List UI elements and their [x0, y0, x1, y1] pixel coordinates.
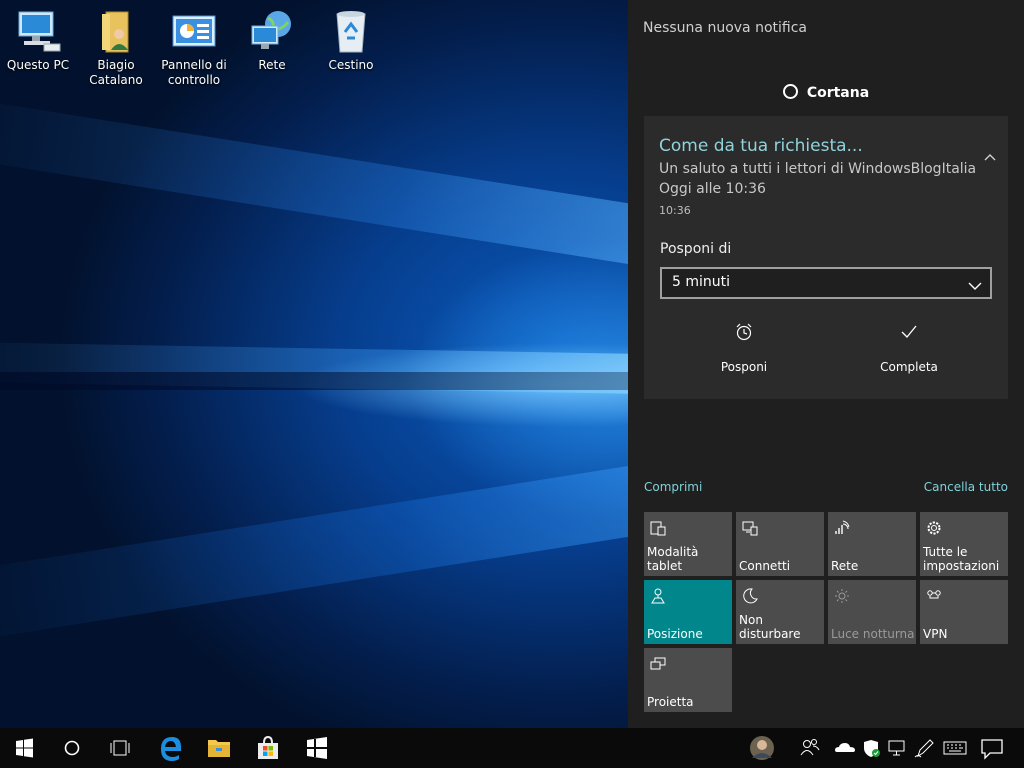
moon-icon: [742, 588, 758, 604]
network-tray-button[interactable]: [884, 728, 910, 768]
start-button[interactable]: [0, 728, 48, 768]
tile-connect[interactable]: Connetti: [736, 512, 824, 576]
checkmark-icon: [849, 322, 969, 352]
desktop-icon-network[interactable]: Rete: [234, 8, 310, 73]
taskbar-edge[interactable]: [146, 728, 194, 768]
pen-icon: [914, 739, 934, 758]
cortana-icon: [782, 84, 798, 99]
taskbar-app[interactable]: [293, 728, 341, 768]
onedrive-icon: [835, 743, 855, 752]
connect-icon: [742, 520, 758, 536]
network-icon: [248, 8, 296, 56]
location-icon: [650, 588, 666, 604]
wallpaper-beam: [0, 455, 628, 644]
pen-workspace-button[interactable]: [910, 728, 938, 768]
defender-button[interactable]: [858, 728, 884, 768]
task-view-icon: [110, 740, 130, 756]
start-icon: [16, 738, 33, 758]
notification-subtext: Oggi alle 10:36: [659, 181, 766, 197]
touch-keyboard-button[interactable]: [940, 728, 970, 768]
cortana-notification[interactable]: Come da tua richiesta... Un saluto a tut…: [644, 116, 1008, 399]
snooze-button[interactable]: Posponi: [684, 322, 804, 374]
night-light-icon: [834, 588, 850, 604]
desktop-icon-this-pc[interactable]: Questo PC: [0, 8, 76, 73]
file-explorer-icon: [208, 740, 230, 757]
project-icon: [650, 656, 666, 672]
taskbar-file-explorer[interactable]: [195, 728, 243, 768]
desktop-icon-user-folder[interactable]: Biagio Catalano: [78, 8, 154, 88]
tile-network[interactable]: Rete: [828, 512, 916, 576]
tile-location[interactable]: Posizione: [644, 580, 732, 644]
alarm-clock-icon: [684, 322, 804, 352]
taskbar: [0, 728, 1024, 768]
taskbar-store[interactable]: [244, 728, 292, 768]
chevron-down-icon: [968, 276, 982, 295]
collapse-link[interactable]: Comprimi: [644, 480, 702, 494]
people-icon: [800, 739, 820, 756]
settings-icon: [926, 520, 942, 536]
control-panel-icon: [170, 8, 218, 56]
wallpaper-beam: [0, 96, 628, 275]
onedrive-button[interactable]: [832, 728, 860, 768]
tile-night-light[interactable]: Luce notturna: [828, 580, 916, 644]
people-button[interactable]: [792, 728, 828, 768]
action-center-icon: [981, 739, 1003, 760]
vpn-icon: [926, 588, 942, 604]
network-icon: [888, 740, 905, 756]
edge-icon: [161, 737, 181, 761]
tablet-mode-icon: [650, 520, 666, 536]
action-center-panel: Nessuna nuova notifica Cortana Come da t…: [628, 0, 1024, 728]
notification-app-header[interactable]: Cortana: [628, 84, 1024, 101]
cortana-search-icon: [64, 740, 80, 756]
complete-button[interactable]: Completa: [849, 322, 969, 374]
store-icon: [258, 735, 278, 759]
snooze-value: 5 minuti: [672, 274, 731, 290]
tile-do-not-disturb[interactable]: Non disturbare: [736, 580, 824, 644]
network-icon: [834, 520, 850, 536]
notification-body: Un saluto a tutti i lettori di WindowsBl…: [659, 161, 977, 177]
keyboard-icon: [943, 741, 967, 755]
desktop-icon-recycle-bin[interactable]: Cestino: [313, 8, 389, 73]
defender-icon: [864, 740, 880, 757]
clear-all-link[interactable]: Cancella tutto: [924, 480, 1008, 494]
computer-icon: [14, 8, 62, 56]
task-view-button[interactable]: [96, 728, 144, 768]
no-notifications-text: Nessuna nuova notifica: [643, 20, 807, 36]
notification-time: 10:36: [659, 204, 691, 217]
action-center-button[interactable]: [976, 728, 1008, 768]
desktop[interactable]: Questo PC Biagio Catalano Pannello di co…: [0, 0, 628, 728]
snooze-label: Posponi di: [660, 241, 732, 257]
recycle-bin-icon: [327, 8, 375, 56]
snooze-dropdown[interactable]: 5 minuti: [660, 267, 992, 299]
wallpaper-band: [0, 372, 628, 390]
tile-tablet-mode[interactable]: Modalità tablet: [644, 512, 732, 576]
desktop-icon-control-panel[interactable]: Pannello di controllo: [156, 8, 232, 88]
user-avatar[interactable]: [740, 728, 784, 768]
app-icon: [307, 737, 327, 759]
notification-title: Come da tua richiesta...: [659, 136, 863, 156]
tile-vpn[interactable]: VPN: [920, 580, 1008, 644]
user-folder-icon: [92, 8, 140, 56]
chevron-up-icon[interactable]: [984, 146, 996, 161]
tile-project[interactable]: Proietta: [644, 648, 732, 712]
cortana-search-button[interactable]: [48, 728, 96, 768]
app-name: Cortana: [806, 85, 870, 101]
tile-all-settings[interactable]: Tutte le impostazioni: [920, 512, 1008, 576]
